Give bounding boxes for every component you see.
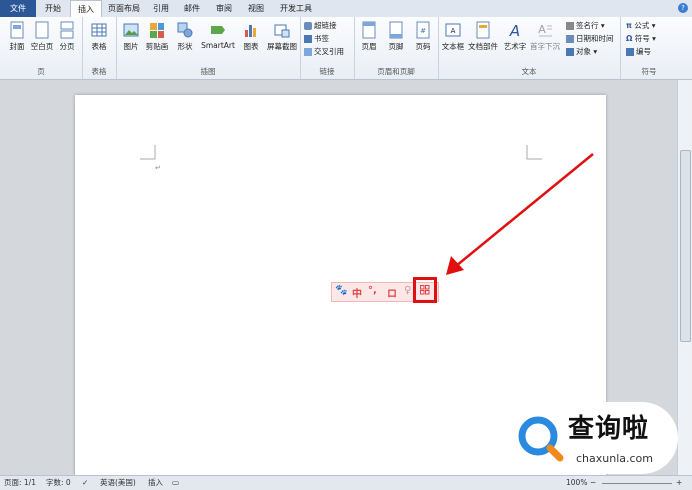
vertical-scrollbar[interactable] bbox=[677, 80, 692, 476]
logo-text: 查询啦 bbox=[568, 414, 650, 444]
chart-icon bbox=[245, 25, 256, 37]
tab-references[interactable]: 引用 bbox=[148, 0, 174, 17]
svg-text:A: A bbox=[451, 27, 456, 35]
shapes-button[interactable]: 形状 bbox=[170, 21, 200, 52]
screenshot-icon bbox=[274, 24, 290, 38]
wordart-button[interactable]: A 艺术字 bbox=[500, 21, 530, 52]
group-links: 超链接 书签 交叉引用 链接 bbox=[300, 17, 355, 79]
status-page[interactable]: 页面: 1/1 bbox=[4, 476, 36, 490]
tab-page-layout[interactable]: 页面布局 bbox=[102, 0, 146, 17]
picture-icon bbox=[123, 23, 139, 37]
page-number-icon: # bbox=[416, 21, 430, 39]
tab-home[interactable]: 开始 bbox=[38, 0, 68, 17]
drop-cap-button[interactable]: A 首字下沉 bbox=[530, 21, 560, 52]
tab-insert[interactable]: 插入 bbox=[70, 0, 102, 18]
hyperlink-icon bbox=[304, 22, 312, 30]
status-bar: 页面: 1/1 字数: 0 ✓ 英语(美国) 插入 ▭ 100% − + bbox=[0, 475, 692, 490]
object-icon bbox=[566, 48, 574, 56]
tab-file[interactable]: 文件 bbox=[0, 0, 36, 17]
date-time-button[interactable]: 日期和时间 bbox=[566, 33, 614, 45]
tab-review[interactable]: 审阅 bbox=[210, 0, 238, 17]
highlight-box bbox=[413, 277, 437, 303]
bookmark-icon bbox=[304, 35, 312, 43]
signature-line-button[interactable]: 签名行 ▾ bbox=[566, 20, 605, 32]
help-icon[interactable]: ? bbox=[678, 3, 688, 13]
pi-icon: π bbox=[626, 21, 632, 30]
clipart-button[interactable]: 剪贴画 bbox=[142, 21, 172, 52]
group-text: A 文本框 文档部件 A 艺术字 A 首字下沉 签名行 ▾ 日期和时间 对象 ▾… bbox=[438, 17, 621, 79]
zoom-in-icon[interactable]: + bbox=[676, 476, 682, 490]
magnifier-icon bbox=[518, 416, 564, 462]
paw-icon[interactable]: 🐾 bbox=[335, 285, 347, 296]
ribbon: 封面 空白页 分页 页 表格 表格 图片 剪贴画 形状 SmartArt 图表 … bbox=[0, 17, 692, 80]
object-button[interactable]: 对象 ▾ bbox=[566, 46, 597, 58]
tab-view[interactable]: 视图 bbox=[242, 0, 270, 17]
drop-cap-icon: A bbox=[538, 23, 552, 37]
svg-text:#: # bbox=[420, 27, 426, 35]
smartart-icon bbox=[211, 26, 225, 34]
proofing-icon[interactable]: ✓ bbox=[82, 476, 88, 490]
ime-chinese-toggle[interactable]: 中 bbox=[352, 285, 362, 300]
page-break-icon bbox=[60, 21, 74, 39]
group-pages: 封面 空白页 分页 页 bbox=[0, 17, 83, 79]
quick-parts-icon bbox=[476, 21, 490, 39]
chart-button[interactable]: 图表 bbox=[236, 21, 266, 52]
quick-parts-button[interactable]: 文档部件 bbox=[468, 21, 498, 52]
screenshot-button[interactable]: 屏幕截图 bbox=[264, 21, 300, 52]
bookmark-button[interactable]: 书签 bbox=[304, 33, 329, 45]
page-number-button[interactable]: # 页码 bbox=[408, 21, 438, 52]
group-illustrations: 图片 剪贴画 形状 SmartArt 图表 屏幕截图 插图 bbox=[116, 17, 301, 79]
calendar-icon bbox=[566, 35, 574, 43]
shapes-icon bbox=[177, 22, 193, 38]
textbox-button[interactable]: A 文本框 bbox=[438, 21, 468, 52]
clipart-icon bbox=[150, 23, 164, 38]
svg-text:A: A bbox=[538, 23, 546, 36]
cross-reference-button[interactable]: 交叉引用 bbox=[304, 46, 344, 58]
hyperlink-button[interactable]: 超链接 bbox=[304, 20, 337, 32]
ime-fullwidth-toggle[interactable]: ロ bbox=[387, 285, 397, 300]
ime-punctuation-toggle[interactable]: °, bbox=[368, 285, 377, 296]
signature-icon bbox=[566, 22, 574, 30]
tab-mailings[interactable]: 邮件 bbox=[178, 0, 206, 17]
footer-button[interactable]: 页脚 bbox=[381, 21, 411, 52]
wordart-icon: A bbox=[509, 22, 520, 39]
status-insert-mode[interactable]: 插入 bbox=[148, 476, 163, 490]
textbox-icon: A bbox=[445, 23, 461, 37]
group-tables: 表格 表格 bbox=[82, 17, 117, 79]
equation-button[interactable]: π 公式 ▾ bbox=[626, 20, 655, 32]
table-button[interactable]: 表格 bbox=[84, 21, 114, 52]
macro-icon[interactable]: ▭ bbox=[172, 476, 179, 490]
page-break-button[interactable]: 分页 bbox=[52, 21, 82, 52]
scroll-thumb[interactable] bbox=[680, 150, 691, 342]
watermark-logo: 查询啦 chaxunla.com bbox=[506, 402, 678, 474]
status-word-count[interactable]: 字数: 0 bbox=[46, 476, 71, 490]
header-button[interactable]: 页眉 bbox=[354, 21, 384, 52]
table-icon bbox=[91, 23, 107, 37]
svg-text:A: A bbox=[509, 22, 520, 39]
logo-url: chaxunla.com bbox=[576, 452, 653, 465]
ribbon-tab-bar: 文件 开始 插入 页面布局 引用 邮件 审阅 视图 开发工具 ? bbox=[0, 0, 692, 18]
group-symbols: π 公式 ▾ Ω 符号 ▾ 编号 符号 bbox=[626, 20, 657, 76]
cross-reference-icon bbox=[304, 48, 312, 56]
numbering-button[interactable]: 编号 bbox=[626, 46, 651, 58]
status-zoom[interactable]: 100% bbox=[566, 476, 587, 490]
zoom-slider[interactable] bbox=[602, 483, 672, 484]
zoom-out-icon[interactable]: − bbox=[590, 476, 596, 490]
status-language[interactable]: 英语(美国) bbox=[100, 476, 136, 490]
smartart-button[interactable]: SmartArt bbox=[200, 21, 236, 50]
group-header-footer: 页眉 页脚 # 页码 页眉和页脚 bbox=[354, 17, 439, 79]
svg-text:↵: ↵ bbox=[155, 164, 161, 172]
footer-icon bbox=[389, 21, 403, 39]
tab-developer[interactable]: 开发工具 bbox=[274, 0, 318, 17]
cover-icon bbox=[10, 21, 24, 39]
numbering-icon bbox=[626, 48, 634, 56]
ime-skin-icon[interactable]: ♀ bbox=[404, 285, 411, 296]
header-icon bbox=[362, 21, 376, 39]
omega-icon: Ω bbox=[626, 34, 633, 43]
blank-page-icon bbox=[35, 21, 49, 39]
symbol-button[interactable]: Ω 符号 ▾ bbox=[626, 33, 656, 45]
